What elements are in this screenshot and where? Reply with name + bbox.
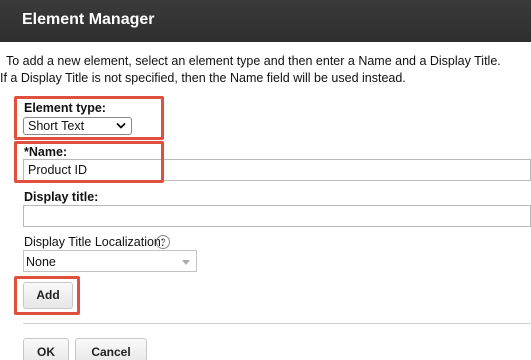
localization-selected-value: None — [26, 255, 56, 269]
element-type-select[interactable]: Short Text — [23, 117, 132, 135]
localization-dropdown[interactable]: None — [23, 250, 197, 272]
divider — [23, 323, 531, 324]
ok-button[interactable]: OK — [23, 338, 69, 360]
element-type-label: Element type: — [24, 101, 106, 115]
element-type-selected-value: Short Text — [28, 119, 85, 133]
intro-text-line-2: If a Display Title is not specified, the… — [0, 71, 406, 85]
display-title-localization-label: Display Title Localization: — [24, 235, 165, 249]
display-title-input[interactable] — [23, 205, 531, 227]
caret-down-icon — [182, 260, 190, 265]
element-manager-page: Element Manager To add a new element, se… — [0, 0, 531, 360]
name-input[interactable] — [23, 159, 531, 181]
display-title-label: Display title: — [24, 190, 99, 204]
header-bar: Element Manager — [0, 0, 531, 42]
chevron-down-icon — [116, 123, 126, 129]
name-label: *Name: — [24, 145, 68, 159]
page-title: Element Manager — [22, 11, 155, 28]
question-circle-icon[interactable]: ? — [156, 235, 170, 249]
intro-text-line-1: To add a new element, select an element … — [6, 54, 501, 68]
cancel-button[interactable]: Cancel — [75, 338, 147, 360]
add-button[interactable]: Add — [23, 282, 73, 309]
